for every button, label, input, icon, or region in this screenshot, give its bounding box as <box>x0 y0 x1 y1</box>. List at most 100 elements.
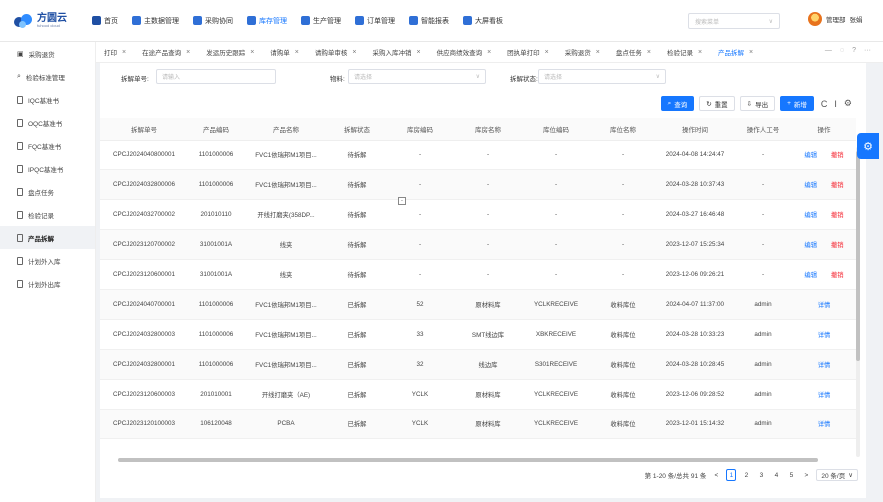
tab-6[interactable]: 供应商绩效查询 × <box>429 42 500 62</box>
top-nav-item-4[interactable]: 生产管理 <box>301 16 341 26</box>
table-row[interactable]: CPCJ2024032800001 1101000006 FVC1依瑞邦M1项目..… <box>100 349 856 380</box>
cell-expand-icon[interactable]: - <box>398 197 406 205</box>
top-nav-item-2[interactable]: 采购协同 <box>193 16 233 26</box>
add-button[interactable]: + 新增 <box>780 96 814 111</box>
tab-5[interactable]: 采购入库冲销 × <box>364 42 428 62</box>
tab-10[interactable]: 检验记录 × <box>659 42 710 62</box>
more-tabs-icon[interactable]: — <box>825 47 832 54</box>
table-row[interactable]: CPCJ2024032800003 1101000006 FVC1依瑞邦M1项目..… <box>100 319 856 350</box>
tab-1[interactable]: 在途产品查询 × <box>134 42 198 62</box>
column-header[interactable]: 库房名称 <box>454 118 522 141</box>
export-button[interactable]: ⇩ 导出 <box>739 96 776 111</box>
close-icon[interactable]: × <box>122 49 126 56</box>
table-row[interactable]: CPCJ2023120600001 31001001A 线夹 待拆解 - - - -2023-… <box>100 259 856 290</box>
close-icon[interactable]: × <box>186 49 190 56</box>
sidebar-item-1[interactable]: ⌕ 检验标准管理 <box>0 65 95 88</box>
revoke-link[interactable]: 撤销 <box>831 212 844 219</box>
next-page-button[interactable]: > <box>801 469 811 481</box>
close-icon[interactable]: × <box>416 49 420 56</box>
close-icon[interactable]: × <box>352 49 356 56</box>
table-row[interactable]: CPCJ2023120100003 106120048 PCBA 已拆解 YCLK 原材料… <box>100 409 856 440</box>
tab-8[interactable]: 采购退货 × <box>557 42 608 62</box>
page-button[interactable]: 4 <box>771 469 781 481</box>
column-header[interactable]: 拆解单号 <box>100 118 188 141</box>
page-button[interactable]: 2 <box>741 469 751 481</box>
settings-icon[interactable]: ⚙ <box>844 98 852 109</box>
sidebar-item-0[interactable]: ▣ 采购退货 <box>0 42 95 65</box>
sidebar-item-2[interactable]: IQC基准书 <box>0 88 95 111</box>
sidebar-item-7[interactable]: 检验记录 <box>0 203 95 226</box>
tab-11[interactable]: 产品拆解 × <box>710 42 761 62</box>
ellipsis-icon[interactable]: ··· <box>864 47 871 54</box>
prev-page-button[interactable]: < <box>711 469 721 481</box>
revoke-link[interactable]: 撤销 <box>831 152 844 159</box>
order-no-input[interactable]: 请输入 <box>156 69 276 84</box>
detail-link[interactable]: 详情 <box>818 362 831 369</box>
material-select[interactable]: 请选择 ∨ <box>348 69 486 84</box>
sidebar-item-4[interactable]: FQC基准书 <box>0 134 95 157</box>
top-nav-item-0[interactable]: 首页 <box>92 16 118 26</box>
table-row[interactable]: CPCJ2024032800006 1101000006 FVC1依瑞邦M1项目..… <box>100 169 856 201</box>
tab-2[interactable]: 发运历史跟踪 × <box>198 42 262 62</box>
user-menu[interactable]: 管理部 张娟 <box>808 12 863 26</box>
sidebar-item-9[interactable]: 计划外入库 <box>0 249 95 272</box>
refresh-icon[interactable]: ◌ <box>840 47 844 54</box>
revoke-link[interactable]: 撤销 <box>831 182 844 189</box>
sidebar-item-8[interactable]: 产品拆解 <box>0 226 95 249</box>
close-icon[interactable]: × <box>250 49 254 56</box>
edit-link[interactable]: 编辑 <box>804 152 817 159</box>
search-button[interactable]: ⌕ 查询 <box>660 96 695 111</box>
table-row[interactable]: CPCJ2024040800001 1101000006 FVC1依瑞邦M1项目..… <box>100 140 856 171</box>
column-header[interactable]: 库房编码 <box>386 118 454 141</box>
status-select[interactable]: 请选择 ∨ <box>538 69 666 84</box>
tab-0[interactable]: 打印 × <box>96 42 134 62</box>
detail-link[interactable]: 详情 <box>818 332 831 339</box>
column-header[interactable]: 操作 <box>792 118 856 141</box>
column-header[interactable]: 操作人工号 <box>734 118 792 141</box>
column-header[interactable]: 库位编码 <box>522 118 590 141</box>
top-nav-item-1[interactable]: 主数据管理 <box>132 16 179 26</box>
column-header[interactable]: 操作时间 <box>656 118 734 141</box>
detail-link[interactable]: 详情 <box>818 421 831 428</box>
tab-9[interactable]: 盘点任务 × <box>608 42 659 62</box>
edit-link[interactable]: 编辑 <box>804 182 817 189</box>
logo[interactable]: 方圆云 fuhood cloud <box>14 13 92 29</box>
detail-link[interactable]: 详情 <box>818 302 831 309</box>
column-header[interactable]: 库位名称 <box>590 118 656 141</box>
tab-3[interactable]: 请购单 × <box>262 42 307 62</box>
edit-link[interactable]: 编辑 <box>804 272 817 279</box>
page-button[interactable]: 1 <box>726 469 737 481</box>
tab-4[interactable]: 请购单审核 × <box>307 42 365 62</box>
page-button[interactable]: 5 <box>786 469 796 481</box>
table-row[interactable]: CPCJ2023120700002 31001001A 线夹 待拆解 - - - -2023-… <box>100 229 856 261</box>
vertical-scrollbar[interactable] <box>856 147 860 457</box>
table-row[interactable]: CPCJ2023120600003 201010001 开线打磨夹（AE) 已拆解 YC… <box>100 379 856 410</box>
sidebar-item-10[interactable]: 计划外出库 <box>0 272 95 295</box>
table-row[interactable]: CPCJ2024040700001 1101000006 FVC1依瑞邦M1项目..… <box>100 289 856 320</box>
menu-search-input[interactable]: 搜索菜单 ∨ <box>688 13 780 29</box>
revoke-link[interactable]: 撤销 <box>831 272 844 279</box>
horizontal-scrollbar[interactable] <box>118 458 818 462</box>
page-button[interactable]: 3 <box>756 469 766 481</box>
reset-button[interactable]: ↻ 重置 <box>699 96 735 111</box>
top-nav-item-6[interactable]: 智能报表 <box>409 16 449 26</box>
edit-link[interactable]: 编辑 <box>804 242 817 249</box>
column-header[interactable]: 产品名称 <box>244 118 328 141</box>
reload-icon[interactable]: C <box>821 99 828 109</box>
tab-7[interactable]: 团执单打印 × <box>499 42 557 62</box>
detail-link[interactable]: 详情 <box>818 392 831 399</box>
close-icon[interactable]: × <box>295 49 299 56</box>
table-row[interactable]: CPCJ2024032700002 201010110 开线打磨夹(358DP...… <box>100 199 856 231</box>
sidebar-item-3[interactable]: OQC基准书 <box>0 111 95 134</box>
sidebar-item-5[interactable]: IPQC基准书 <box>0 157 95 180</box>
close-icon[interactable]: × <box>647 49 651 56</box>
column-header[interactable]: 拆解状态 <box>328 118 386 141</box>
top-nav-item-7[interactable]: 大屏看板 <box>463 16 503 26</box>
page-size-select[interactable]: 20 条/页 ∨ <box>816 469 858 481</box>
sidebar-item-6[interactable]: 盘点任务 <box>0 180 95 203</box>
close-icon[interactable]: × <box>698 49 702 56</box>
close-icon[interactable]: × <box>596 49 600 56</box>
close-icon[interactable]: × <box>545 49 549 56</box>
column-height-icon[interactable]: I <box>834 99 837 109</box>
edit-link[interactable]: 编辑 <box>804 212 817 219</box>
